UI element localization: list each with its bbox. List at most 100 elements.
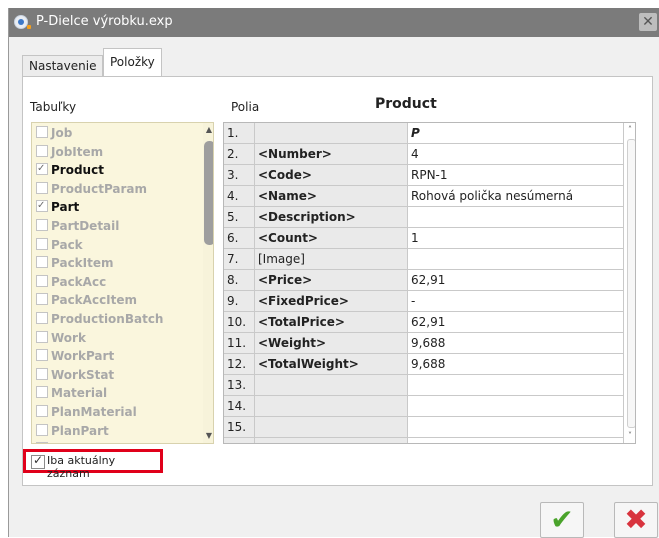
table-list-item[interactable]: PackAcc (36, 274, 106, 291)
grid-scrollbar[interactable]: ˄ ˅ (624, 123, 635, 443)
ok-button[interactable]: ✔ (540, 502, 584, 538)
field-value[interactable]: 4 (408, 144, 624, 165)
window-title: P-Dielce výrobku.exp (36, 14, 173, 29)
checkbox-icon[interactable] (36, 144, 48, 157)
checkbox-icon[interactable] (36, 423, 48, 436)
table-list-item[interactable]: PackAccItem (36, 292, 137, 309)
grid-scrollbar-thumb[interactable] (627, 139, 635, 428)
tables-list[interactable]: PlanPartDetail PlanPart PlanMaterial Materi… (31, 122, 214, 444)
table-name: PlanPartDetail (51, 442, 149, 443)
row-number: 7. (224, 249, 255, 270)
checkbox-icon[interactable] (36, 197, 48, 214)
checkbox-icon[interactable] (36, 386, 48, 399)
checkbox-icon[interactable] (36, 330, 48, 343)
table-row[interactable]: 9. <FixedPrice> - (224, 291, 624, 312)
fields-label: Polia (231, 100, 260, 114)
row-number: 6. (224, 228, 255, 249)
table-list-item[interactable]: Material (36, 385, 107, 402)
table-list-item[interactable]: Work (36, 330, 86, 347)
checkbox-icon[interactable] (36, 349, 48, 362)
checkbox-icon[interactable] (36, 181, 48, 194)
only-current-checkbox[interactable]: Iba aktuálny záznam (23, 449, 163, 480)
table-list-item[interactable]: JobItem (36, 144, 103, 161)
table-row[interactable]: 7. [Image] (224, 249, 624, 270)
table-row[interactable]: 3. <Code> RPN-1 (224, 165, 624, 186)
table-list-item[interactable]: Pack (36, 237, 83, 254)
row-number: 1. (224, 123, 255, 144)
field-value[interactable] (408, 438, 624, 443)
checkbox-icon[interactable] (36, 312, 48, 324)
table-row[interactable]: 13. (224, 375, 624, 396)
table-row[interactable]: 10. <TotalPrice> 62,91 (224, 312, 624, 333)
table-row[interactable]: 14. (224, 396, 624, 417)
table-row[interactable]: 12. <TotalWeight> 9,688 (224, 354, 624, 375)
checkbox-icon[interactable] (36, 442, 48, 443)
field-value[interactable]: 9,688 (408, 354, 624, 375)
field-name: <Name> (255, 186, 408, 207)
table-row[interactable]: 16. (224, 438, 624, 443)
table-list-item[interactable]: Job (36, 125, 72, 142)
row-number: 10. (224, 312, 255, 333)
field-value[interactable]: 9,688 (408, 333, 624, 354)
table-row[interactable]: 1. P (224, 123, 624, 144)
field-value[interactable]: 1 (408, 228, 624, 249)
scrollbar-thumb[interactable] (204, 141, 213, 245)
field-value[interactable] (408, 396, 624, 417)
checkbox-icon[interactable] (31, 453, 45, 469)
field-value[interactable]: 62,91 (408, 270, 624, 291)
field-value[interactable]: RPN-1 (408, 165, 624, 186)
table-list-item[interactable]: PartDetail (36, 218, 119, 235)
field-value[interactable]: 62,91 (408, 312, 624, 333)
checkbox-icon[interactable] (36, 256, 48, 269)
checkbox-icon[interactable] (36, 160, 48, 177)
table-list-item[interactable]: PlanPartDetail (36, 441, 149, 443)
checkbox-icon[interactable] (36, 367, 48, 380)
grid-scroll-up-icon[interactable]: ˄ (624, 123, 635, 137)
close-button[interactable]: ✕ (639, 13, 657, 31)
row-number: 12. (224, 354, 255, 375)
table-row[interactable]: 2. <Number> 4 (224, 144, 624, 165)
table-row[interactable]: 4. <Name> Rohová polička nesúmerná (224, 186, 624, 207)
table-list-item[interactable]: WorkPart (36, 348, 114, 365)
table-name: PartDetail (51, 219, 120, 233)
field-value[interactable] (408, 249, 624, 270)
table-row[interactable]: 8. <Price> 62,91 (224, 270, 624, 291)
table-name: ProductParam (51, 181, 148, 196)
field-name: <Description> (255, 207, 408, 228)
table-list-item[interactable]: Product (32, 160, 196, 180)
table-name: Job (51, 126, 73, 140)
scroll-down-icon[interactable]: ▼ (203, 429, 213, 443)
scroll-up-icon[interactable]: ▲ (203, 123, 213, 137)
table-list-item[interactable]: WorkStat (36, 367, 114, 384)
field-value[interactable]: Rohová polička nesúmerná (408, 186, 624, 207)
checkbox-icon[interactable] (36, 126, 48, 138)
table-row[interactable]: 6. <Count> 1 (224, 228, 624, 249)
table-list-item[interactable]: ProductParam (36, 181, 147, 198)
table-row[interactable]: 5. <Description> (224, 207, 624, 228)
cancel-button[interactable]: ✖ (614, 502, 658, 538)
table-list-item[interactable]: PlanMaterial (36, 404, 137, 421)
table-row[interactable]: 11. <Weight> 9,688 (224, 333, 624, 354)
field-value[interactable]: - (408, 291, 624, 312)
grid-scroll-down-icon[interactable]: ˅ (624, 429, 635, 443)
checkbox-icon[interactable] (36, 219, 48, 231)
checkbox-icon[interactable] (36, 237, 48, 250)
field-name (255, 375, 408, 396)
table-list-item[interactable]: PackItem (36, 255, 114, 272)
table-row[interactable]: 15. (224, 417, 624, 438)
table-list-item[interactable]: Part (36, 197, 79, 216)
entity-title: Product (375, 96, 437, 112)
checkbox-icon[interactable] (36, 405, 48, 417)
field-value[interactable] (408, 375, 624, 396)
field-value[interactable] (408, 417, 624, 438)
field-value[interactable] (408, 207, 624, 228)
tables-scrollbar[interactable]: ▲ ▼ (203, 123, 213, 443)
table-list-item[interactable]: PlanPart (36, 423, 109, 440)
tab-polozky[interactable]: Položky (103, 48, 162, 76)
tab-nastavenie[interactable]: Nastavenie (22, 55, 104, 76)
checkbox-icon[interactable] (36, 274, 48, 287)
table-list-item[interactable]: ProductionBatch (36, 311, 163, 328)
checkbox-icon[interactable] (36, 293, 48, 306)
field-value[interactable]: P (408, 123, 624, 144)
fields-grid: 16.15.14.13.12.<TotalWeight>9,68811.<Wei… (223, 122, 636, 444)
